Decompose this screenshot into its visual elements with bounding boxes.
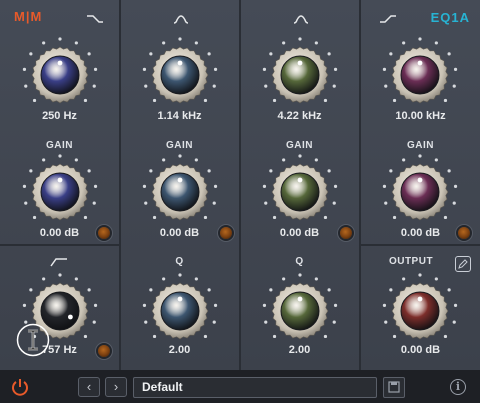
high-mid-freq-knob[interactable]	[260, 35, 340, 115]
pencil-icon	[458, 259, 468, 269]
preset-name-field[interactable]: Default	[133, 377, 377, 398]
high-mid-q-knob[interactable]	[260, 271, 340, 351]
output-value: 0.00 dB	[400, 344, 441, 356]
low-mid-q-knob[interactable]	[140, 271, 220, 351]
output-label: OUTPUT	[388, 256, 434, 267]
bell-icon[interactable]	[172, 14, 190, 24]
high-pass-enable-led[interactable]	[98, 345, 110, 357]
low-shelf-icon[interactable]	[86, 14, 104, 24]
mm-logo: M|M	[14, 9, 43, 24]
low-mid-gain-knob[interactable]	[140, 152, 220, 232]
info-icon: i	[455, 380, 461, 393]
high-shelf-icon[interactable]	[379, 14, 397, 24]
high-pass-icon[interactable]	[50, 257, 68, 267]
high-mid-q-value: 2.00	[288, 344, 311, 356]
low-mid-freq-knob[interactable]	[140, 35, 220, 115]
low-mid-q-label: Q	[175, 256, 184, 267]
chevron-left-icon: ‹	[86, 379, 92, 394]
low-shelf-gain-knob[interactable]	[20, 152, 100, 232]
output-knob[interactable]	[380, 271, 460, 351]
power-icon[interactable]	[10, 377, 30, 397]
low-shelf-freq-value: 250 Hz	[42, 110, 77, 122]
save-icon	[388, 381, 400, 393]
panel-divider	[119, 0, 121, 370]
low-mid-enable-led[interactable]	[220, 227, 232, 239]
section-divider	[0, 244, 119, 246]
high-shelf-freq-knob[interactable]	[380, 35, 460, 115]
high-shelf-gain-label: GAIN	[407, 140, 434, 151]
chevron-right-icon: ›	[113, 379, 119, 394]
bell-icon[interactable]	[292, 14, 310, 24]
next-preset-button[interactable]: ›	[105, 377, 127, 397]
panel-divider	[359, 0, 361, 370]
low-shelf-enable-led[interactable]	[98, 227, 110, 239]
low-shelf-gain-label: GAIN	[46, 140, 73, 151]
high-mid-q-label: Q	[295, 256, 304, 267]
high-shelf-enable-led[interactable]	[458, 227, 470, 239]
eq1a-logo: EQ1A	[430, 10, 470, 25]
low-mid-q-value: 2.00	[168, 344, 191, 356]
save-preset-button[interactable]	[383, 377, 405, 398]
info-button[interactable]: i	[450, 379, 466, 395]
high-mid-gain-label: GAIN	[286, 140, 313, 151]
high-mid-freq-value: 4.22 kHz	[277, 110, 322, 122]
prev-preset-button[interactable]: ‹	[78, 377, 100, 397]
low-mid-freq-value: 1.14 kHz	[157, 110, 202, 122]
output-edit-button[interactable]	[455, 256, 471, 272]
text-cursor-icon	[16, 323, 50, 357]
high-shelf-gain-knob[interactable]	[380, 152, 460, 232]
section-divider	[361, 244, 480, 246]
high-mid-enable-led[interactable]	[340, 227, 352, 239]
panel-divider	[239, 0, 241, 370]
high-shelf-freq-value: 10.00 kHz	[395, 110, 446, 122]
high-mid-gain-knob[interactable]	[260, 152, 340, 232]
low-mid-gain-label: GAIN	[166, 140, 193, 151]
low-shelf-freq-knob[interactable]	[20, 35, 100, 115]
